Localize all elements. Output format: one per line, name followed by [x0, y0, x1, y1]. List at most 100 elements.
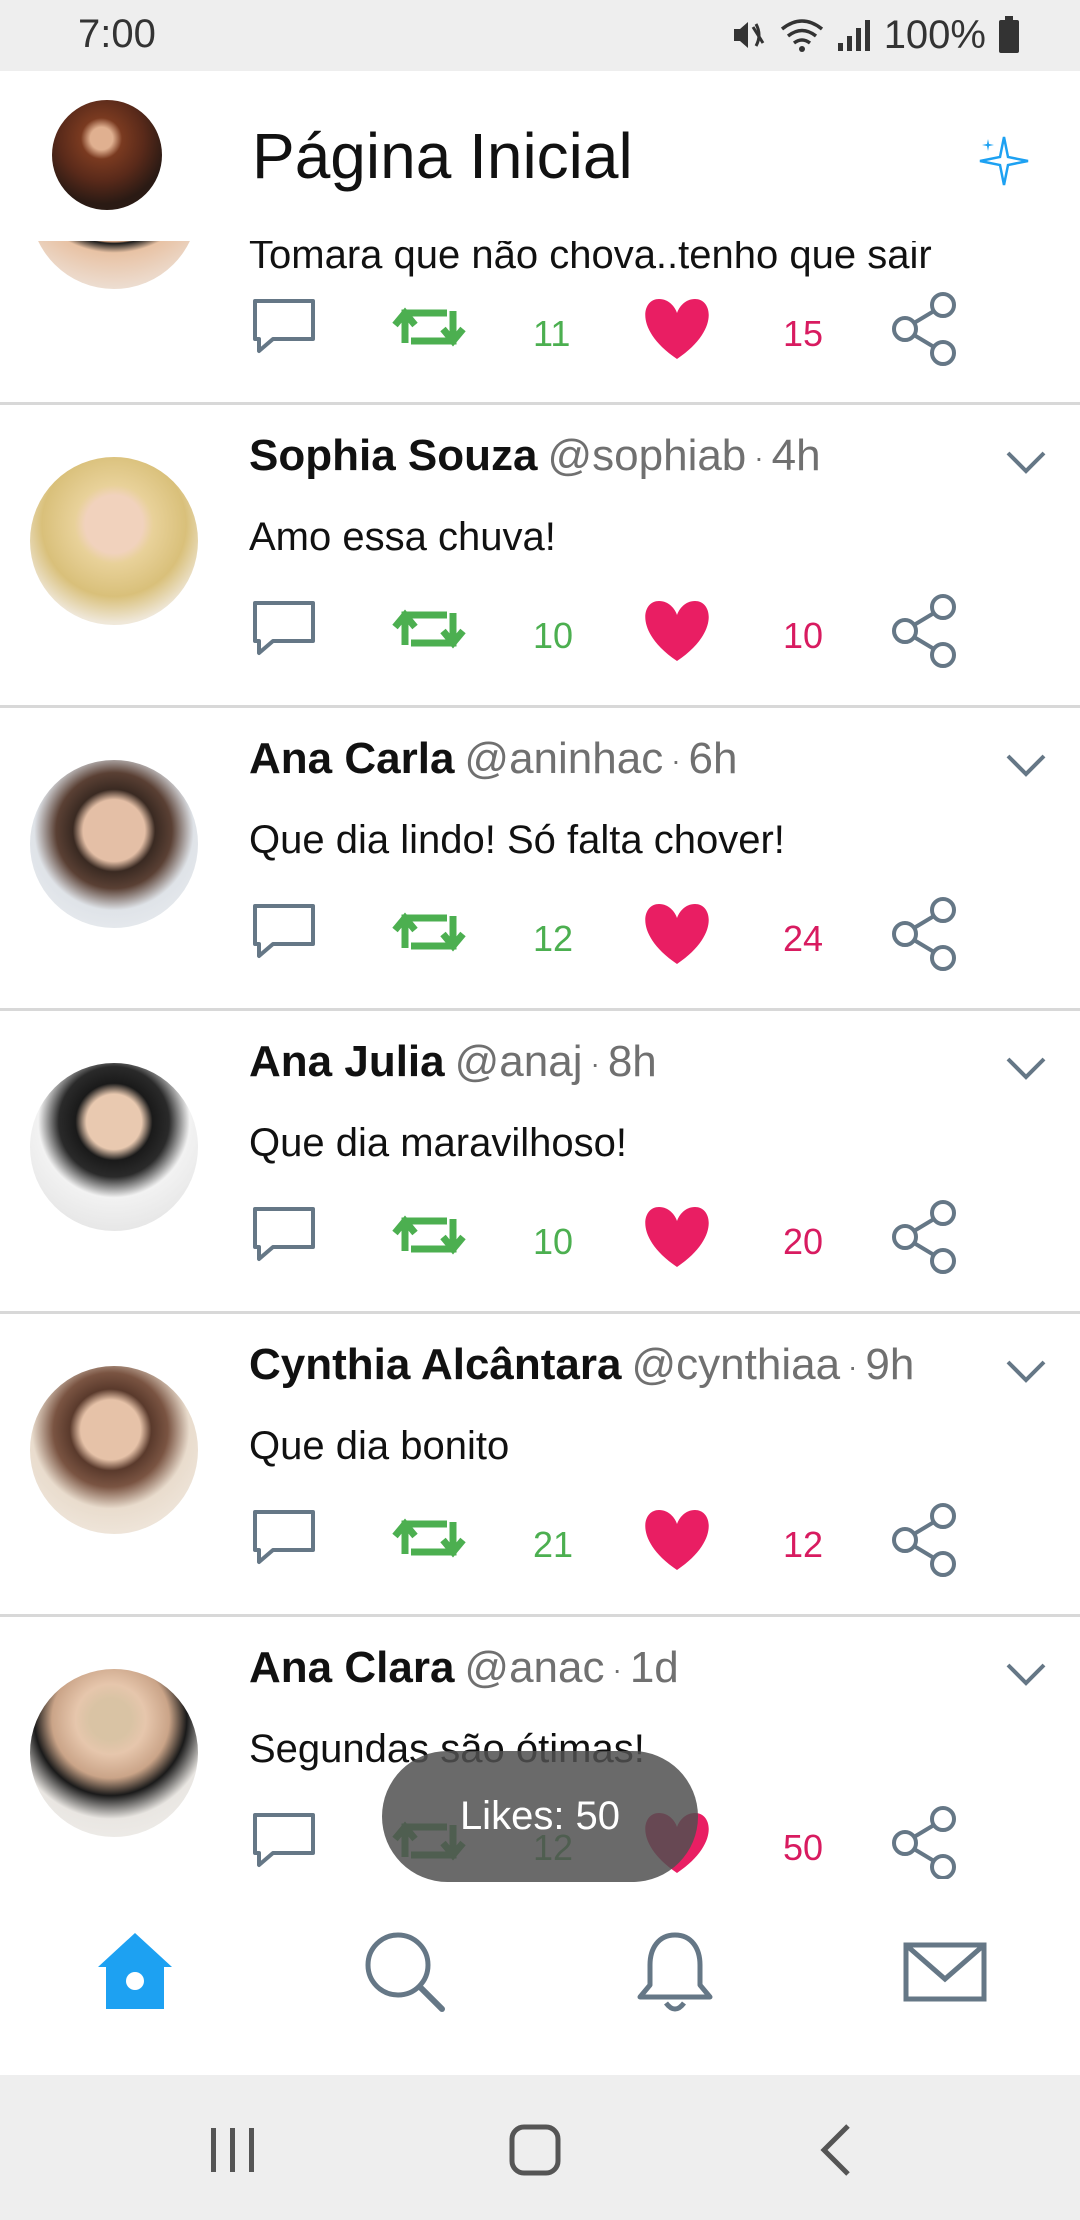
back-icon[interactable] [808, 2120, 868, 2180]
tweet-text: Tomara que não chova..tenho que sair [249, 241, 932, 277]
tweet-feed[interactable]: Tomara que não chova..tenho que sair 11 … [0, 241, 1080, 1879]
share-icon[interactable] [889, 896, 963, 972]
like-count: 15 [783, 313, 824, 354]
tweet[interactable]: Tomara que não chova..tenho que sair 11 … [0, 241, 1080, 405]
tweet-time: 4h [771, 431, 821, 480]
like-count: 20 [783, 1221, 824, 1262]
dot-separator: · [848, 1351, 858, 1383]
reply-icon[interactable] [249, 900, 319, 964]
tweet-header: Ana Clara @anac · 1d [249, 1643, 679, 1693]
tweet-header: Sophia Souza @sophiab · 4h [249, 431, 821, 481]
status-icons: 100% [728, 10, 1020, 60]
status-bar: 7:00 100% [0, 0, 1080, 71]
retweet-icon[interactable] [391, 908, 467, 956]
tweet-actions: 21 12 [249, 1503, 969, 1586]
tweet[interactable]: Cynthia Alcântara @cynthiaa · 9h Que dia bo… [0, 1314, 1080, 1617]
system-nav-bar [0, 2075, 1080, 2220]
tweet-author-name[interactable]: Cynthia Alcântara [249, 1340, 621, 1389]
tweet-handle[interactable]: @sophiab [547, 431, 746, 480]
wifi-icon [780, 19, 823, 52]
tweet-avatar[interactable] [30, 241, 198, 289]
tweet-avatar[interactable] [30, 760, 198, 928]
chevron-down-icon[interactable] [1004, 1661, 1048, 1689]
tweet-actions: 10 10 [249, 594, 969, 677]
dot-separator: · [612, 1654, 622, 1686]
page-title: Página Inicial [252, 120, 633, 192]
tweet-avatar[interactable] [30, 1669, 198, 1837]
reply-icon[interactable] [249, 1203, 319, 1267]
reply-icon[interactable] [249, 597, 319, 661]
retweet-count: 21 [533, 1524, 574, 1565]
tweet-author-name[interactable]: Ana Carla [249, 734, 454, 783]
sparkle-icon[interactable] [976, 133, 1032, 189]
retweet-icon[interactable] [391, 303, 467, 351]
tweet-time: 9h [865, 1340, 915, 1389]
tweet-author-name[interactable]: Ana Clara [249, 1643, 454, 1692]
tweet-author-name[interactable]: Ana Julia [249, 1037, 445, 1086]
dot-separator: · [671, 745, 681, 777]
chevron-down-icon[interactable] [1004, 1055, 1048, 1083]
likes-toast: Likes: 50 [382, 1751, 698, 1882]
share-icon[interactable] [889, 291, 963, 367]
profile-avatar[interactable] [52, 100, 162, 210]
tweet[interactable]: Sophia Souza @sophiab · 4h Amo essa chuva! … [0, 405, 1080, 708]
like-count: 12 [783, 1524, 824, 1565]
heart-icon[interactable] [639, 1506, 715, 1574]
tweet-text: Amo essa chuva! [249, 515, 556, 559]
retweet-count: 10 [533, 1221, 574, 1262]
bell-icon[interactable] [630, 1927, 720, 2017]
tweet-author-name[interactable]: Sophia Souza [249, 431, 537, 480]
tweet[interactable]: Ana Carla @aninhac · 6h Que dia lindo! Só f… [0, 708, 1080, 1011]
share-icon[interactable] [889, 1502, 963, 1578]
reply-icon[interactable] [249, 1809, 319, 1873]
share-icon[interactable] [889, 1199, 963, 1275]
heart-icon[interactable] [639, 1203, 715, 1271]
tweet-avatar[interactable] [30, 457, 198, 625]
status-time: 7:00 [78, 12, 156, 56]
tweet-handle[interactable]: @anaj [455, 1037, 583, 1086]
signal-icon [837, 20, 870, 51]
tweet[interactable]: Ana Julia @anaj · 8h Que dia maravilhoso! 1… [0, 1011, 1080, 1314]
reply-icon[interactable] [249, 1506, 319, 1570]
battery-percent: 100% [883, 12, 986, 57]
tweet-handle[interactable]: @anac [464, 1643, 604, 1692]
share-icon[interactable] [889, 593, 963, 669]
chevron-down-icon[interactable] [1004, 449, 1048, 477]
tweet-time: 8h [607, 1037, 657, 1086]
mail-icon[interactable] [900, 1927, 990, 2017]
heart-icon[interactable] [639, 295, 715, 363]
retweet-count: 11 [533, 313, 571, 354]
tweet-avatar[interactable] [30, 1063, 198, 1231]
tweet-header: Cynthia Alcântara @cynthiaa · 9h [249, 1340, 914, 1390]
share-icon[interactable] [889, 1805, 963, 1879]
retweet-icon[interactable] [391, 605, 467, 653]
tweet-text: Que dia lindo! Só falta chover! [249, 818, 785, 862]
mute-icon [733, 22, 764, 48]
chevron-down-icon[interactable] [1004, 752, 1048, 780]
tweet-handle[interactable]: @cynthiaa [631, 1340, 840, 1389]
battery-icon [999, 16, 1019, 53]
heart-icon[interactable] [639, 900, 715, 968]
recents-icon[interactable] [203, 2120, 263, 2180]
heart-icon[interactable] [639, 597, 715, 665]
tweet-time: 1d [629, 1643, 679, 1692]
retweet-icon[interactable] [391, 1514, 467, 1562]
app-header: Página Inicial [0, 71, 1080, 241]
tweet-handle[interactable]: @aninhac [464, 734, 663, 783]
tweet-header: Ana Julia @anaj · 8h [249, 1037, 657, 1087]
dot-separator: · [754, 442, 764, 474]
tweet-avatar[interactable] [30, 1366, 198, 1534]
retweet-count: 12 [533, 918, 574, 959]
home-icon[interactable] [90, 1927, 180, 2017]
home-button-icon[interactable] [505, 2120, 565, 2180]
reply-icon[interactable] [249, 295, 319, 359]
chevron-down-icon[interactable] [1004, 1358, 1048, 1386]
dot-separator: · [590, 1048, 600, 1080]
search-icon[interactable] [360, 1927, 450, 2017]
like-count: 50 [783, 1827, 824, 1868]
tweet-text: Que dia bonito [249, 1424, 510, 1468]
tweet-actions: 12 24 [249, 897, 969, 980]
like-count: 10 [783, 615, 824, 656]
tweet-header: Ana Carla @aninhac · 6h [249, 734, 738, 784]
retweet-icon[interactable] [391, 1211, 467, 1259]
